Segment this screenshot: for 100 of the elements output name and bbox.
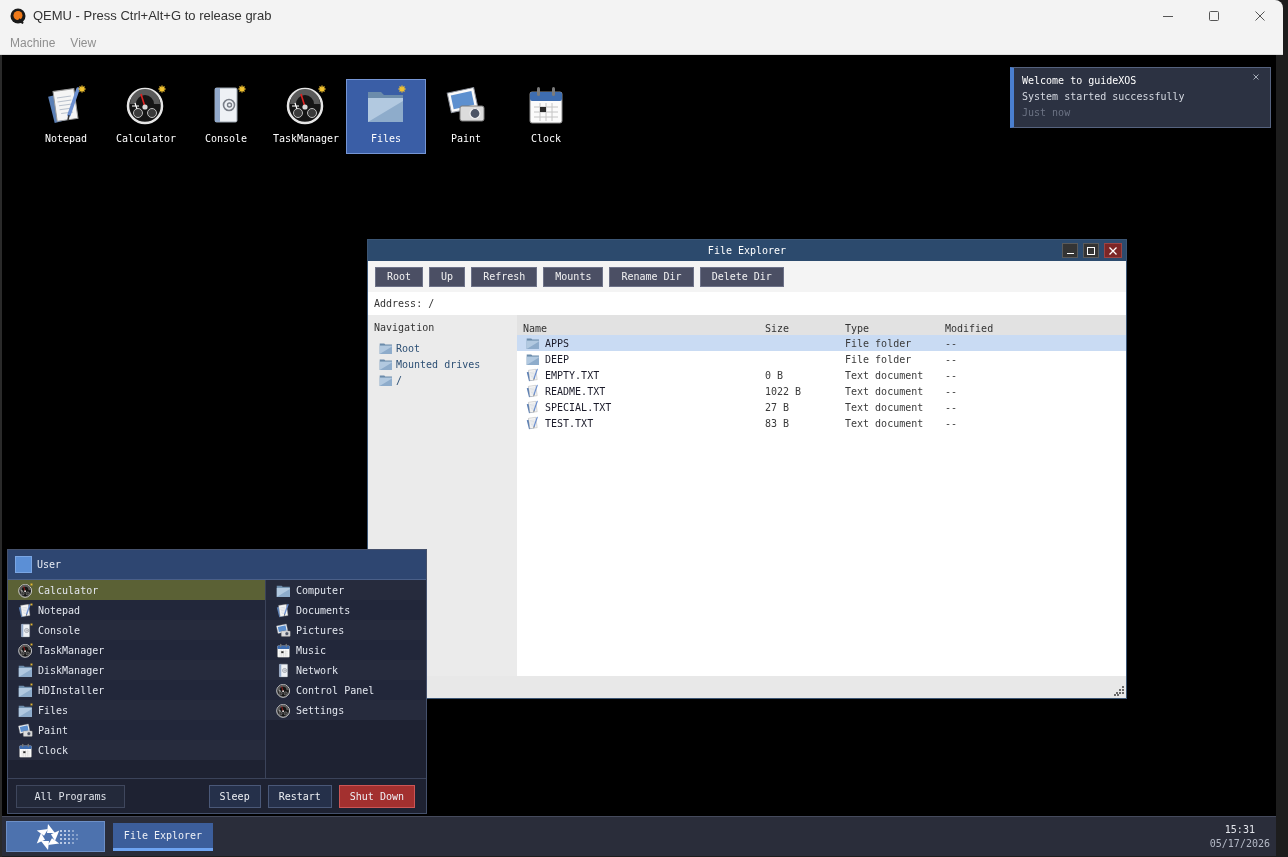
minimize-button[interactable] <box>1062 243 1078 258</box>
toolbar-button[interactable]: Root <box>375 266 424 287</box>
desktop-icon[interactable]: Clock <box>506 79 586 154</box>
close-icon <box>1109 246 1117 255</box>
table-cell: Text document <box>845 369 924 381</box>
column-header[interactable]: Modified <box>945 323 994 334</box>
table-cell-text: TEST.TXT <box>545 416 594 431</box>
navigation-item[interactable]: Root <box>374 340 423 356</box>
table-cell: -- <box>945 337 958 349</box>
document-icon <box>525 400 541 414</box>
maximize-button[interactable] <box>1083 243 1099 258</box>
clock-time: 15:31 <box>1224 822 1255 837</box>
resize-grip-icon[interactable] <box>1114 686 1124 696</box>
address-label: Address: <box>374 297 423 311</box>
table-cell-text: DEEP <box>545 352 570 367</box>
table-cell-text: EMPTY.TXT <box>545 368 600 383</box>
close-button[interactable] <box>1104 243 1122 258</box>
table-cell: -- <box>945 401 958 413</box>
table-cell-text: SPECIAL.TXT <box>545 400 612 415</box>
navigation-item[interactable]: Mounted drives <box>374 356 483 372</box>
user-name: User <box>37 558 62 572</box>
start-menu-item[interactable]: Network <box>266 660 426 680</box>
toolbar-button[interactable]: Rename Dir <box>609 266 694 287</box>
table-cell: -- <box>945 369 958 381</box>
start-menu-item[interactable]: Music <box>266 640 426 660</box>
desktop-icon[interactable]: Console <box>186 79 266 154</box>
start-menu-item[interactable]: Settings <box>266 700 426 720</box>
folder-icon <box>378 357 394 371</box>
minimize-icon <box>1066 253 1074 254</box>
table-cell: 83 B <box>765 417 790 429</box>
table-cell: File folder <box>845 353 912 365</box>
window-title: QEMU - Press Ctrl+Alt+G to release grab <box>33 7 272 26</box>
start-menu-item[interactable]: DiskManager <box>8 660 265 680</box>
start-menu-item[interactable]: Pictures <box>266 620 426 640</box>
toolbar-button[interactable]: Refresh <box>471 266 538 287</box>
close-icon[interactable] <box>1255 11 1265 21</box>
minimize-icon[interactable] <box>1163 15 1173 17</box>
document-icon <box>525 368 541 382</box>
start-menu-item[interactable]: Documents <box>266 600 426 620</box>
menu-button[interactable]: Sleep <box>208 784 261 808</box>
maximize-icon[interactable] <box>1209 11 1219 21</box>
photos-camera-icon <box>276 622 291 638</box>
table-cell: Text document <box>845 401 924 413</box>
window-title: File Explorer <box>707 244 787 258</box>
table-cell: File folder <box>845 337 912 349</box>
desktop-icon[interactable]: Calculator <box>106 79 186 154</box>
desktop-icon[interactable]: Notepad <box>26 79 106 154</box>
desktop-icon[interactable]: Paint <box>426 79 506 154</box>
start-menu-item[interactable]: Files <box>8 700 265 720</box>
start-menu-item[interactable]: Control Panel <box>266 680 426 700</box>
start-button[interactable] <box>6 821 105 852</box>
app-logo-icon <box>10 8 26 24</box>
start-menu-item[interactable]: TaskManager <box>8 640 265 660</box>
taskbar-button[interactable]: File Explorer <box>113 822 213 851</box>
table-cell: -- <box>945 353 958 365</box>
notepad-icon <box>276 602 291 618</box>
dial-icon <box>276 702 291 718</box>
navigation-item[interactable]: / <box>374 372 405 388</box>
calendar-icon <box>276 642 291 658</box>
folder-icon <box>378 373 394 387</box>
start-menu-item[interactable]: Calculator <box>8 580 265 600</box>
table-cell-text: APPS <box>545 336 570 351</box>
document-icon <box>525 384 541 398</box>
start-menu-item[interactable]: Notepad <box>8 600 265 620</box>
all-programs-button[interactable]: All Programs <box>16 784 125 808</box>
book-icon <box>276 662 291 678</box>
user-avatar-icon <box>15 556 32 573</box>
notification-message: System started successfully <box>1022 90 1185 104</box>
notification-time: Just now <box>1022 106 1071 120</box>
maximize-icon <box>1087 246 1095 255</box>
dial-icon <box>276 682 291 698</box>
table-cell-text: README.TXT <box>545 384 606 399</box>
folder-icon <box>525 336 541 350</box>
table-cell: Text document <box>845 417 924 429</box>
table-cell: -- <box>945 385 958 397</box>
desktop-icon[interactable]: TaskManager <box>266 79 346 154</box>
column-header[interactable]: Name <box>523 323 548 334</box>
start-menu-item[interactable]: Console <box>8 620 265 640</box>
column-header[interactable]: Size <box>765 323 790 334</box>
start-menu-item[interactable]: HDInstaller <box>8 680 265 700</box>
close-icon[interactable] <box>1253 74 1259 80</box>
folder-icon <box>378 341 394 355</box>
start-menu-item[interactable]: Computer <box>266 580 426 600</box>
pane-heading: Navigation <box>374 322 435 334</box>
notification-title: Welcome to guideXOS <box>1022 74 1137 88</box>
toolbar-button[interactable]: Up <box>429 266 466 287</box>
toolbar-button[interactable]: Delete Dir <box>699 266 784 287</box>
clock-date: 05/17/2026 <box>1209 836 1270 851</box>
table-cell: -- <box>945 417 958 429</box>
table-cell: 0 B <box>765 369 784 381</box>
table-cell: 1022 B <box>765 385 802 397</box>
start-menu-item[interactable]: Clock <box>8 740 265 760</box>
desktop-icon[interactable]: Files <box>346 79 426 154</box>
file-row[interactable]: APPS File folder -- <box>517 335 1126 351</box>
start-menu-item[interactable]: Paint <box>8 720 265 740</box>
toolbar-button[interactable]: Mounts <box>543 266 604 287</box>
menu-button[interactable]: Shut Down <box>338 784 415 808</box>
menu-button[interactable]: Restart <box>267 784 332 808</box>
column-header[interactable]: Type <box>845 323 870 334</box>
document-icon <box>525 416 541 430</box>
